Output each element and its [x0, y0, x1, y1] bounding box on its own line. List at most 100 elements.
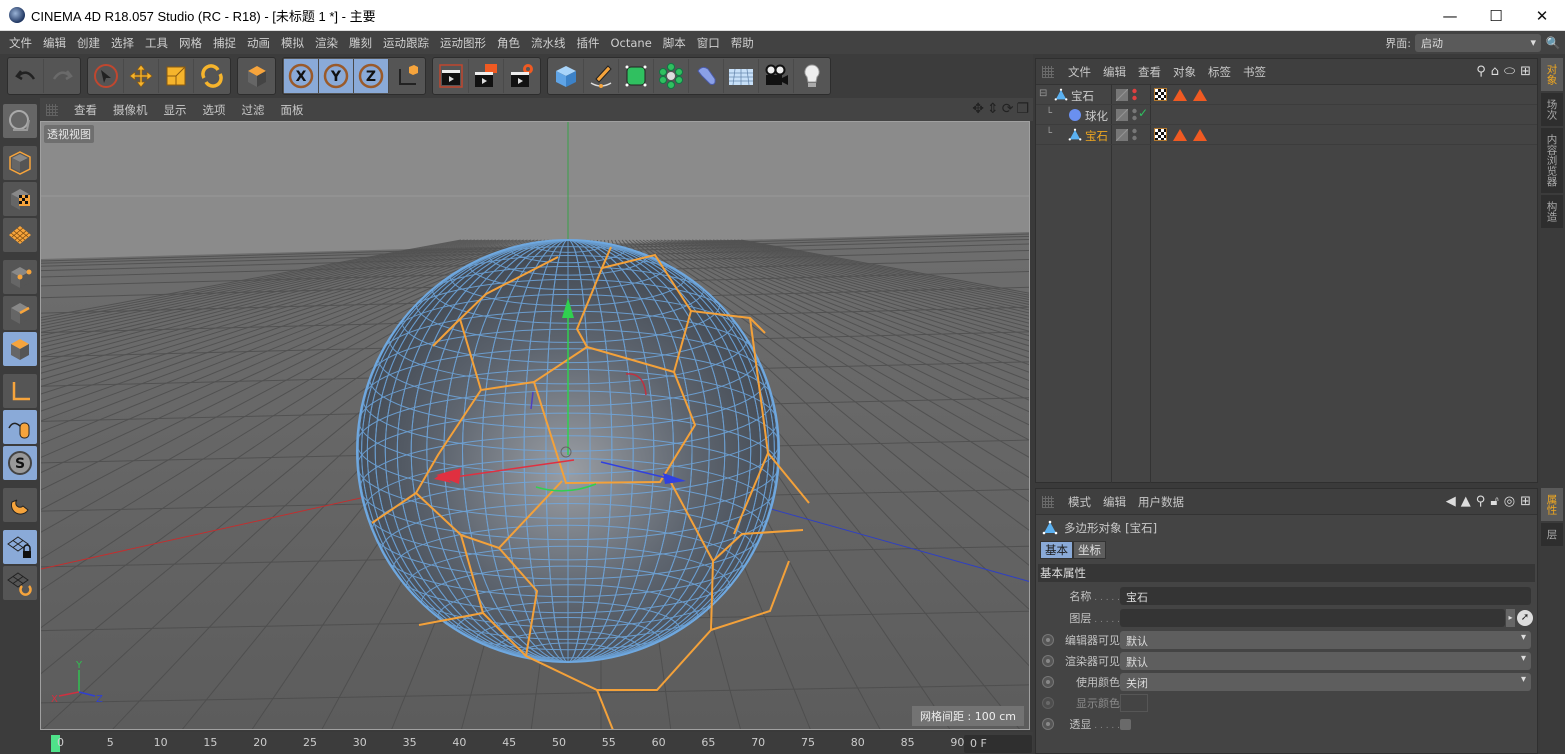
target-icon[interactable]: ◎ — [1504, 494, 1515, 509]
texture-tag-icon[interactable] — [1154, 128, 1167, 141]
rotate-button[interactable] — [194, 59, 229, 93]
animate-radio[interactable] — [1042, 634, 1054, 646]
lock-z-button[interactable]: Z — [354, 59, 389, 93]
layer-input[interactable] — [1120, 609, 1505, 627]
viewport-menu-item[interactable]: 过滤 — [234, 102, 273, 118]
cube-button[interactable] — [549, 59, 584, 93]
menu-item[interactable]: Octane — [606, 36, 657, 50]
xray-checkbox[interactable] — [1120, 718, 1131, 730]
phong-tag-icon[interactable] — [1173, 88, 1187, 101]
menu-item[interactable]: 雕刻 — [344, 35, 377, 51]
use-color-dropdown[interactable]: 关闭 — [1120, 673, 1531, 691]
animate-radio[interactable] — [1042, 676, 1054, 688]
minimize-button[interactable]: — — [1427, 0, 1473, 31]
animate-radio[interactable] — [1042, 655, 1054, 667]
live-selection-button[interactable] — [89, 59, 124, 93]
visibility-dots-icon[interactable] — [1132, 128, 1137, 142]
subdivision-surface-button[interactable] — [619, 59, 654, 93]
current-frame-field[interactable]: 0 F — [964, 735, 1032, 753]
menu-item[interactable]: 流水线 — [526, 35, 571, 51]
new-panel-icon[interactable]: ⊞ — [1520, 64, 1531, 79]
camera-button[interactable] — [759, 59, 794, 93]
layer-swatch-icon[interactable] — [1116, 129, 1128, 141]
phong-tag-icon[interactable] — [1193, 128, 1207, 141]
workplane-lock-button[interactable] — [3, 530, 37, 564]
minimize-panel-icon[interactable]: ⬭ — [1504, 64, 1515, 79]
viewport-menu-item[interactable]: 选项 — [195, 102, 234, 118]
recent-object-button[interactable] — [239, 59, 274, 93]
object-name[interactable]: 宝石 — [1085, 128, 1108, 144]
phong-tag-icon[interactable] — [1193, 88, 1207, 101]
tweak-mode-button[interactable] — [3, 410, 37, 444]
lock-icon[interactable]: 🔓︎ — [1490, 494, 1498, 509]
object-row[interactable]: └ 球化 ✓ — [1036, 105, 1537, 125]
home-icon[interactable]: ⌂ — [1491, 64, 1499, 79]
menu-item[interactable]: 创建 — [72, 35, 105, 51]
timeline-ruler[interactable]: 0 5 10 15 20 25 30 35 40 45 50 55 60 65 70 75 80 85 90 — [40, 732, 1033, 754]
back-arrow-icon[interactable]: ◀ — [1446, 494, 1456, 509]
solo-button[interactable]: S — [3, 446, 37, 480]
menu-item[interactable]: 渲染 — [310, 35, 343, 51]
workplane-align-button[interactable] — [3, 566, 37, 600]
animate-radio[interactable] — [1042, 718, 1054, 730]
perspective-viewport[interactable]: Y X Z 透视视图 网格间距 : 100 cm — [40, 121, 1030, 730]
side-tab[interactable]: 属性 — [1541, 488, 1563, 521]
snap-button[interactable] — [3, 488, 37, 522]
lock-x-button[interactable]: X — [284, 59, 319, 93]
up-arrow-icon[interactable]: ▲ — [1461, 494, 1471, 509]
object-menu-item[interactable]: 查看 — [1132, 64, 1167, 80]
menu-item[interactable]: 工具 — [140, 35, 173, 51]
undo-button[interactable] — [9, 59, 44, 93]
side-tab[interactable]: 构造 — [1541, 194, 1563, 228]
zoom-view-icon[interactable]: ⇕ — [987, 101, 999, 117]
menu-item[interactable]: 选择 — [106, 35, 139, 51]
menu-item[interactable]: 网格 — [174, 35, 207, 51]
axis-mode-button[interactable] — [3, 374, 37, 408]
render-view-button[interactable] — [434, 59, 469, 93]
viewport-menu-item[interactable]: 显示 — [156, 102, 195, 118]
menu-item[interactable]: 动画 — [242, 35, 275, 51]
rotate-view-icon[interactable]: ⟳ — [1002, 101, 1014, 117]
search-icon[interactable]: ⚲ — [1476, 494, 1486, 509]
editor-visible-dropdown[interactable]: 默认 — [1120, 631, 1531, 649]
viewport-menu-item[interactable]: 查看 — [66, 102, 105, 118]
menu-item[interactable]: 插件 — [572, 35, 605, 51]
visibility-dots-icon[interactable] — [1132, 88, 1137, 102]
object-menu-item[interactable]: 文件 — [1062, 64, 1097, 80]
pan-view-icon[interactable]: ✥ — [972, 101, 984, 117]
side-tab[interactable]: 内容浏览器 — [1541, 128, 1563, 193]
side-tab[interactable]: 场次 — [1541, 93, 1563, 126]
render-visible-dropdown[interactable]: 默认 — [1120, 652, 1531, 670]
object-name[interactable]: 球化 — [1085, 108, 1108, 124]
maximize-button[interactable]: ☐ — [1473, 0, 1519, 31]
render-settings-button[interactable] — [504, 59, 539, 93]
enabled-check-icon[interactable]: ✓ — [1138, 106, 1148, 120]
attribute-menu-item[interactable]: 模式 — [1062, 494, 1097, 510]
menu-item[interactable]: 角色 — [492, 35, 525, 51]
attribute-menu-item[interactable]: 用户数据 — [1132, 494, 1190, 510]
side-tab[interactable]: 层 — [1541, 523, 1563, 546]
layer-menu-arrow-icon[interactable]: ▸ — [1506, 609, 1515, 627]
search-icon[interactable]: 🔍 — [1541, 36, 1565, 50]
viewport-menu-item[interactable]: 摄像机 — [105, 102, 156, 118]
object-menu-item[interactable]: 编辑 — [1097, 64, 1132, 80]
object-name[interactable]: 宝石 — [1071, 88, 1094, 104]
make-editable-button[interactable] — [3, 104, 37, 138]
lock-y-button[interactable]: Y — [319, 59, 354, 93]
attribute-tab[interactable]: 坐标 — [1073, 541, 1106, 559]
menu-item[interactable]: 编辑 — [38, 35, 71, 51]
texture-tag-icon[interactable] — [1154, 88, 1167, 101]
model-mode-button[interactable] — [3, 146, 37, 180]
viewport-name-label[interactable]: 透视视图 — [44, 125, 94, 143]
layout-dropdown[interactable]: 启动 ▾ — [1415, 33, 1541, 52]
menu-item[interactable]: 窗口 — [692, 35, 725, 51]
tree-connector[interactable]: ⊟ — [1039, 88, 1047, 99]
object-menu-item[interactable]: 对象 — [1167, 64, 1202, 80]
edges-mode-button[interactable] — [3, 296, 37, 330]
points-mode-button[interactable] — [3, 260, 37, 294]
object-menu-item[interactable]: 标签 — [1202, 64, 1237, 80]
menu-item[interactable]: 运动图形 — [435, 35, 491, 51]
visibility-dots-icon[interactable] — [1132, 108, 1137, 122]
menu-item[interactable]: 脚本 — [658, 35, 691, 51]
attribute-menu-item[interactable]: 编辑 — [1097, 494, 1132, 510]
